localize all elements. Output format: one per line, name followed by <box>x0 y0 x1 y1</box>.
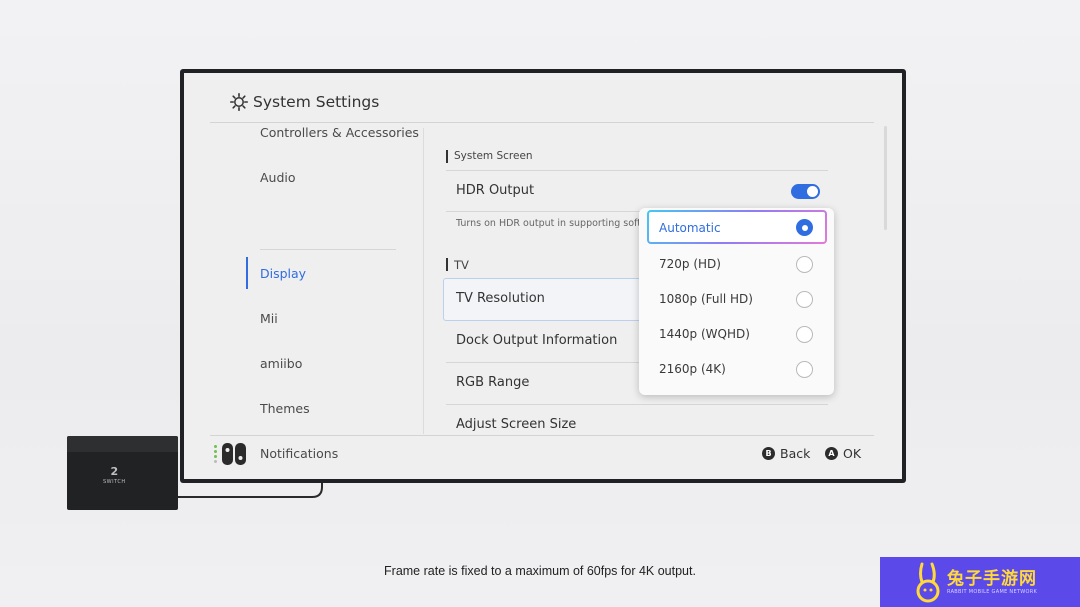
radio-empty-icon <box>796 361 813 378</box>
dock-output-information-item[interactable]: Dock Output Information <box>456 333 617 348</box>
rgb-range-item[interactable]: RGB Range <box>456 375 529 390</box>
sidebar-item-notifications[interactable]: Notifications <box>260 446 338 461</box>
a-button-icon: A <box>825 447 838 460</box>
option-1440p[interactable]: 1440p (WQHD) <box>647 317 827 351</box>
back-button[interactable]: B Back <box>762 446 810 461</box>
tv-resolution-label: TV Resolution <box>456 291 545 306</box>
watermark-text-cn: 兔子手游网 <box>947 569 1037 589</box>
option-2160p[interactable]: 2160p (4K) <box>647 352 827 386</box>
page-title: System Settings <box>253 93 380 111</box>
switch-dock: 2 SWITCH <box>67 436 178 510</box>
row-divider <box>446 404 828 405</box>
dock-top <box>67 436 178 452</box>
panel-divider <box>423 128 424 434</box>
back-label: Back <box>780 446 811 461</box>
sidebar-item-controllers[interactable]: Controllers & Accessories <box>260 125 419 140</box>
option-label: Automatic <box>659 221 721 235</box>
ok-button[interactable]: A OK <box>825 446 861 461</box>
sidebar-item-amiibo[interactable]: amiibo <box>260 356 302 371</box>
gear-icon <box>229 92 249 112</box>
option-720p[interactable]: 720p (HD) <box>647 247 827 281</box>
option-label: 2160p (4K) <box>659 362 726 376</box>
option-label: 1440p (WQHD) <box>659 327 750 341</box>
hdr-output-label: HDR Output <box>456 183 535 198</box>
watermark-badge: 兔子手游网 RABBIT MOBILE GAME NETWORK <box>880 557 1080 607</box>
sidebar-item-audio[interactable]: Audio <box>260 170 296 185</box>
hdr-output-toggle[interactable] <box>791 184 820 199</box>
scrollbar[interactable] <box>884 126 887 230</box>
radio-empty-icon <box>796 256 813 273</box>
title-bar: System Settings <box>229 92 379 112</box>
sidebar-active-indicator <box>246 257 248 289</box>
section-heading-system-screen: System Screen <box>446 150 533 163</box>
controller-battery-icon <box>214 445 217 465</box>
radio-empty-icon <box>796 326 813 343</box>
ok-label: OK <box>843 446 862 461</box>
settings-screen: System Settings Controllers & Accessorie… <box>184 73 902 479</box>
sidebar-item-themes[interactable]: Themes <box>260 401 310 416</box>
footer-divider <box>210 435 874 436</box>
radio-empty-icon <box>796 291 813 308</box>
sidebar-item-display[interactable]: Display <box>260 266 306 281</box>
adjust-screen-size-item[interactable]: Adjust Screen Size <box>456 417 576 432</box>
row-divider <box>446 170 828 171</box>
dock-logo: 2 SWITCH <box>103 466 126 488</box>
option-label: 1080p (Full HD) <box>659 292 753 306</box>
hdr-output-description: Turns on HDR output in supporting softw <box>456 218 646 229</box>
sidebar-item-mii[interactable]: Mii <box>260 311 278 326</box>
option-1080p[interactable]: 1080p (Full HD) <box>647 282 827 316</box>
dock-logo-brand: SWITCH <box>103 479 126 485</box>
b-button-icon: B <box>762 447 775 460</box>
watermark-text-en: RABBIT MOBILE GAME NETWORK <box>947 589 1038 595</box>
option-automatic[interactable]: Automatic <box>647 210 827 244</box>
resolution-dropdown: Automatic 720p (HD) 1080p (Full HD) 1440… <box>639 208 834 395</box>
option-label: 720p (HD) <box>659 257 721 271</box>
sidebar: Controllers & Accessories Audio Display … <box>184 123 424 461</box>
radio-selected-icon <box>796 219 813 236</box>
joy-con-icon <box>222 443 246 465</box>
sidebar-divider <box>260 249 396 250</box>
section-heading-tv: TV <box>446 258 469 272</box>
rabbit-icon <box>916 562 940 603</box>
